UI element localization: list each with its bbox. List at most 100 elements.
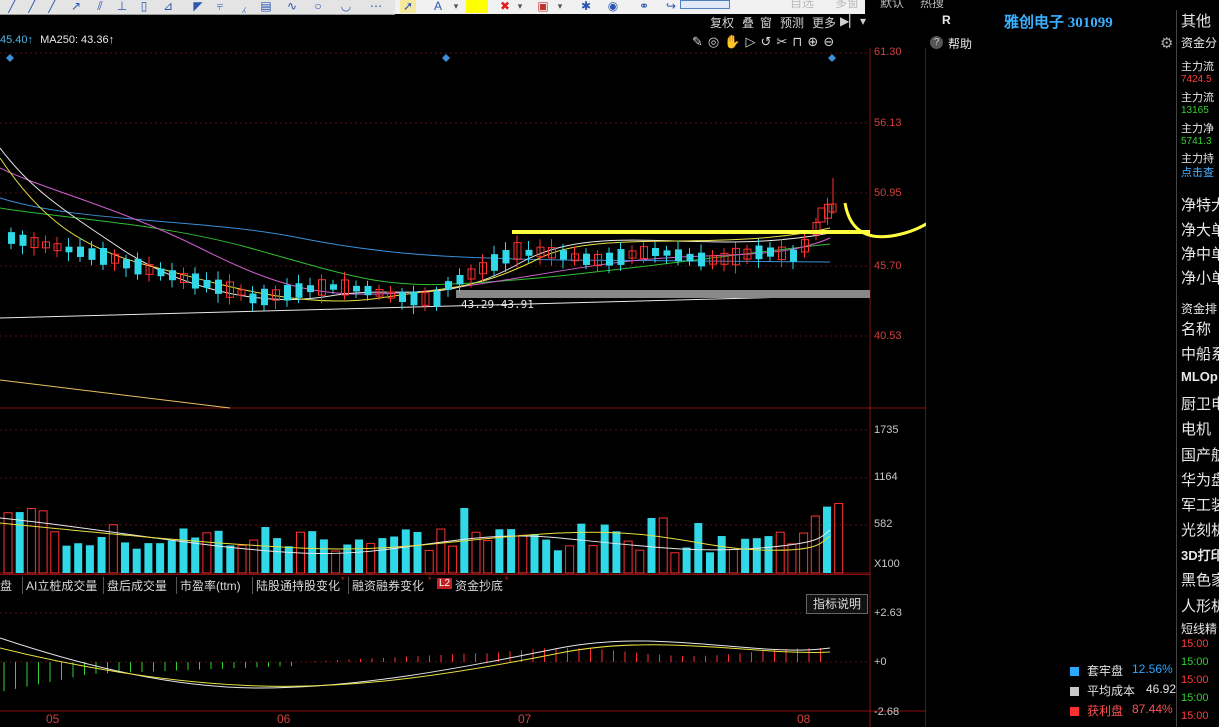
list-item[interactable]: 华为盘 — [1181, 469, 1219, 490]
parallel-tool-icon[interactable]: ⊥ — [114, 0, 130, 13]
fan-tool-icon[interactable]: ⫽ — [92, 0, 108, 13]
candle-body — [755, 245, 763, 260]
more-icon[interactable]: ⋯ — [368, 0, 384, 13]
help-icon[interactable]: ? — [930, 36, 943, 49]
ellipse-tool-icon[interactable]: ◡ — [338, 0, 354, 13]
volume-bar — [50, 531, 60, 574]
lock-icon[interactable]: ⊓ — [792, 34, 807, 49]
tab-indicator[interactable]: 融资融券变化 — [348, 577, 424, 594]
rect-tool-icon[interactable]: ▯ — [136, 0, 152, 13]
wave-tool-icon[interactable]: ∿ — [284, 0, 300, 13]
play-circle-icon[interactable]: ▷ — [745, 34, 760, 49]
arrow-tool-icon[interactable]: ╱ — [44, 0, 60, 13]
list-item[interactable]: 厨卫电 — [1181, 393, 1219, 414]
legend-label: 套牢盘 — [1087, 664, 1124, 678]
volume-bar — [390, 536, 399, 573]
legend-trapped: 套牢盘 — [1070, 662, 1123, 679]
fib-tool-icon[interactable]: ⊿ — [160, 0, 176, 13]
tab-indicator[interactable]: AI立桩成交量 — [22, 577, 97, 594]
volume-bar — [167, 540, 176, 573]
play-icon[interactable]: ▶▏ — [840, 14, 858, 28]
tab-indicator[interactable]: 陆股通持股变化 — [252, 577, 340, 594]
cursor-icon[interactable]: ➚ — [400, 0, 416, 13]
month-label: 05 — [46, 712, 60, 726]
legend-swatch — [1070, 707, 1079, 717]
r-label: R — [942, 13, 951, 27]
undo-icon[interactable]: ↺ — [760, 34, 776, 49]
volume-bar — [319, 539, 328, 573]
channel-tool-icon[interactable]: ↗ — [68, 0, 84, 13]
tab-overlay[interactable]: 叠 — [742, 14, 754, 31]
tab-indicator[interactable]: 市盈率(ttm) — [176, 577, 241, 594]
list-item[interactable]: MLOp — [1181, 369, 1218, 384]
circle-tool-icon[interactable]: ○ — [310, 0, 326, 13]
table-tool-icon[interactable]: ▤ — [258, 0, 274, 13]
other-title: 其他 — [1181, 13, 1212, 30]
arc-tool-icon[interactable]: ⁁ — [236, 0, 252, 13]
short-label: 短线精 — [1181, 622, 1218, 636]
eye-icon[interactable]: ◎ — [708, 34, 724, 49]
tab-indicator[interactable]: 资金抄底 — [455, 577, 503, 594]
volume-bar — [823, 506, 831, 573]
candle-body — [606, 252, 613, 266]
top-menu-item[interactable]: 自选 — [790, 0, 814, 11]
tab-more[interactable]: 更多 — [812, 14, 836, 31]
hand-icon[interactable]: ✋ — [724, 34, 745, 49]
gear-icon[interactable]: ⚙ — [1160, 34, 1173, 52]
explain-button[interactable]: 指标说明 — [806, 594, 868, 614]
zoom-out-icon[interactable]: ⊖ — [823, 34, 839, 49]
list-item[interactable]: 国产航 — [1181, 444, 1219, 465]
gann-tool-icon[interactable]: ◤ — [190, 0, 206, 13]
legend-swatch — [1070, 667, 1079, 677]
volume-bar — [741, 538, 750, 573]
candle-body — [123, 259, 130, 269]
tab-indicator[interactable]: 盘后成交量 — [103, 577, 167, 594]
volume-bar — [635, 549, 645, 574]
volume-bar — [156, 543, 165, 573]
tab-window[interactable]: 窗 — [760, 14, 772, 31]
volume-bar — [132, 548, 141, 573]
candle-body — [364, 285, 372, 296]
price-tick: 61.30 — [874, 46, 902, 58]
click-view-link[interactable]: 点击查 — [1181, 164, 1214, 180]
list-item[interactable]: 中船系 — [1181, 343, 1219, 364]
candle-body — [307, 285, 314, 293]
star-icon: * — [505, 575, 509, 585]
candle-body — [215, 279, 222, 294]
candle-body — [192, 273, 199, 289]
volume-bar — [179, 528, 188, 573]
line-tool-icon[interactable]: ╱ — [4, 0, 20, 13]
stock-chart[interactable] — [0, 48, 926, 727]
pen-icon[interactable]: ✎ — [692, 34, 708, 49]
ray-tool-icon[interactable]: ╱ — [24, 0, 40, 13]
zoom-in-icon[interactable]: ⊕ — [807, 34, 823, 49]
tab-restore-right[interactable]: 复权 — [710, 14, 734, 31]
volume-bar — [565, 545, 575, 574]
list-item[interactable]: 电机 — [1181, 418, 1211, 439]
flow-label: 主力流 — [1181, 92, 1214, 104]
time-item: 15:00 — [1181, 674, 1209, 686]
cut-icon[interactable]: ✂ — [776, 34, 792, 49]
top-menu-item[interactable]: 多窗 — [835, 0, 859, 11]
flow-value: 13165 — [1181, 105, 1209, 116]
macd-tick: +2.63 — [874, 607, 902, 619]
list-item[interactable]: 3D打印 — [1181, 545, 1219, 564]
angle-tool-icon[interactable]: ⫧ — [212, 0, 228, 13]
candle-body — [456, 274, 464, 285]
volume-bar — [764, 536, 773, 573]
list-item[interactable]: 人形机 — [1181, 595, 1219, 616]
tab-forecast[interactable]: 预测 — [780, 14, 804, 31]
legend-label: 平均成本 — [1087, 684, 1136, 698]
help-label[interactable]: 帮助 — [948, 35, 972, 52]
candle-body — [330, 284, 337, 290]
tab-indicator[interactable]: 盘 — [0, 577, 12, 594]
ma250-value: MA250: 43.36↑ — [40, 34, 115, 46]
list-item[interactable]: 军工装 — [1181, 494, 1219, 515]
mode-tab[interactable] — [680, 0, 730, 9]
top-menu-item[interactable]: 默认 — [880, 0, 904, 11]
name-label: 名称 — [1181, 321, 1212, 338]
chevron-down-icon[interactable]: ▾ — [860, 14, 866, 28]
month-label: 08 — [797, 712, 811, 726]
list-item[interactable]: 黑色家 — [1181, 569, 1219, 590]
list-item[interactable]: 光刻机 — [1181, 519, 1219, 540]
